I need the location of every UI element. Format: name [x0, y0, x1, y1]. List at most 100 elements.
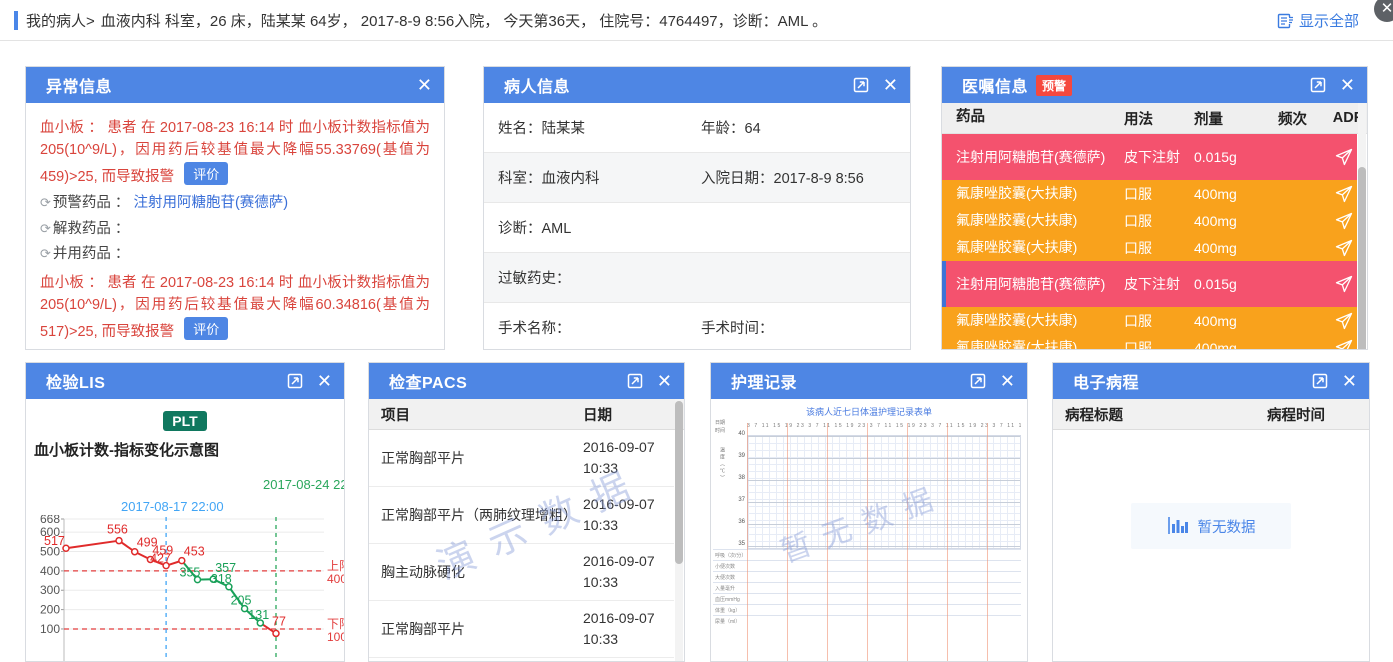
close-icon[interactable]: ✕ [883, 76, 898, 94]
close-icon[interactable]: ✕ [1342, 372, 1357, 390]
scrollbar-thumb[interactable] [1358, 167, 1366, 350]
warn-drug-line: ⟳预警药品 ： 注射用阿糖胞苷(赛德萨) [40, 192, 430, 214]
nursing-chart: 该病人近七日体温护理记录表单 日期 时间 3 7 11 15 19 23 3 7… [711, 399, 1027, 662]
lis-panel: 检验LIS ✕ PLT 血小板计数-指标变化示意图 2017-08-24 22:… [25, 362, 345, 662]
pacs-row[interactable]: 正常胸部平片（两肺纹理增粗）2016-09-07 10:33 [369, 487, 674, 544]
order-row[interactable]: 氟康唑胶囊(大扶康)口服400mg [942, 307, 1357, 334]
patient-info-header: 病人信息 ✕ [484, 67, 910, 103]
pacs-date: 2016-09-07 10:33 [577, 551, 674, 593]
order-usage: 口服 [1124, 338, 1194, 351]
nursing-bottom-rows: 呼吸（次/分）小便次数大便次数入量毫升血压mmHg体重（kg）尿量（ml） [713, 549, 1021, 626]
order-row[interactable]: 注射用阿糖胞苷(赛德萨)皮下注射0.015g [942, 134, 1357, 180]
ecourse-panel: 电子病程 ✕ 病程标题 病程时间 暂无数据 [1052, 362, 1370, 662]
patient-info-row: 姓名：陆某某年龄：64 [484, 103, 910, 153]
svg-text:205: 205 [231, 594, 252, 608]
pacs-rows: 正常胸部平片2016-09-07 10:33正常胸部平片（两肺纹理增粗）2016… [369, 430, 674, 658]
breadcrumb[interactable]: 我的病人> [26, 10, 95, 31]
order-usage: 口服 [1124, 184, 1194, 204]
close-icon[interactable]: ✕ [417, 76, 432, 94]
order-drug: 氟康唑胶囊(大扶康) [942, 338, 1124, 350]
order-drug: 氟康唑胶囊(大扶康) [942, 311, 1124, 330]
order-drug: 氟康唑胶囊(大扶康) [942, 211, 1124, 230]
temp-tick: 35 [733, 541, 745, 547]
patient-summary: 血液内科 科室，26 床，陆某某 64岁， 2017-8-9 8:56入院， 今… [101, 10, 827, 31]
patient-info-row: 过敏药史： [484, 253, 910, 303]
alert-block: 血小板 ： 患者 在 2017-08-23 16:14 时 血小板计数指标值为 … [40, 117, 430, 266]
patient-info-row: 诊断：AML [484, 203, 910, 253]
send-adr-icon[interactable] [1334, 184, 1354, 204]
patient-rows: 姓名：陆某某年龄：64科室：血液内科入院日期：2017-8-9 8:56 诊断：A… [484, 103, 910, 350]
order-dose: 0.015g [1194, 149, 1278, 165]
order-usage: 皮下注射 [1124, 147, 1194, 167]
send-adr-icon[interactable] [1334, 274, 1354, 294]
panel-title: 医嘱信息 [962, 73, 1028, 97]
nursing-grid [747, 435, 1021, 549]
orders-panel: 医嘱信息 预警 ✕ 药品 用法 剂量 频次 ADR 注射用阿糖胞苷(赛德萨)皮下… [941, 66, 1368, 350]
patient-info-row: 手术名称：手术时间： [484, 303, 910, 350]
order-rows: 注射用阿糖胞苷(赛德萨)皮下注射0.015g氟康唑胶囊(大扶康)口服400mg氟… [942, 134, 1357, 350]
svg-text:下限: 下限 [327, 617, 345, 631]
send-adr-icon[interactable] [1334, 238, 1354, 258]
nursing-chart-title: 该病人近七日体温护理记录表单 [711, 405, 1027, 418]
send-adr-icon[interactable] [1334, 311, 1354, 331]
warn-drug-link[interactable]: 注射用阿糖胞苷(赛德萨) [133, 195, 288, 211]
temp-tick: 37 [733, 497, 745, 503]
expand-icon[interactable] [1312, 373, 1328, 389]
svg-text:100: 100 [327, 630, 345, 644]
order-dose: 400mg [1194, 186, 1278, 202]
svg-text:77: 77 [272, 614, 286, 628]
close-icon[interactable]: ✕ [1340, 76, 1355, 94]
temp-tick: 40 [733, 431, 745, 437]
order-dose: 400mg [1194, 240, 1278, 256]
warn-drug-line: ⟳预警药品 ： 氟康唑胶囊(大扶康) [40, 347, 430, 350]
empty-label: 暂无数据 [1198, 516, 1256, 537]
col-item: 项目 [369, 404, 577, 425]
patient-info-row: 科室：血液内科入院日期：2017-8-9 8:56 [484, 153, 910, 203]
svg-text:200: 200 [40, 603, 60, 617]
send-adr-icon[interactable] [1334, 211, 1354, 231]
evaluate-button[interactable]: 评价 [184, 162, 228, 185]
evaluate-button[interactable]: 评价 [184, 317, 228, 340]
panel-title: 病人信息 [504, 73, 570, 97]
alert-message: 血小板 ： 患者 在 2017-08-23 16:14 时 血小板计数指标值为 … [40, 117, 430, 188]
order-dose: 0.015g [1194, 276, 1278, 292]
pacs-row[interactable]: 胸主动脉硬化2016-09-07 10:33 [369, 544, 674, 601]
expand-icon[interactable] [287, 373, 303, 389]
pacs-panel: 检查PACS ✕ 项目 日期 正常胸部平片2016-09-07 10:33正常胸… [368, 362, 685, 662]
alert-text: 血小板 ： 患者 在 2017-08-23 16:14 时 血小板计数指标值为 … [40, 120, 430, 185]
nursing-row-label: 入量毫升 [713, 582, 1021, 593]
close-icon[interactable]: ✕ [317, 372, 332, 390]
order-usage: 皮下注射 [1124, 274, 1194, 294]
pacs-header: 检查PACS ✕ [369, 363, 684, 399]
patient-field: 诊断：AML [498, 217, 701, 238]
order-usage: 口服 [1124, 311, 1194, 331]
order-row[interactable]: 氟康唑胶囊(大扶康)口服400mg [942, 207, 1357, 234]
nursing-panel: 护理记录 ✕ 该病人近七日体温护理记录表单 日期 时间 3 7 11 15 19… [710, 362, 1028, 662]
pacs-item: 正常胸部平片 [369, 448, 577, 469]
send-adr-icon[interactable] [1334, 338, 1354, 351]
nursing-row-label: 大便次数 [713, 571, 1021, 582]
close-icon[interactable]: ✕ [657, 372, 672, 390]
svg-text:318: 318 [211, 572, 232, 586]
pacs-row[interactable]: 正常胸部平片2016-09-07 10:33 [369, 430, 674, 487]
pacs-row[interactable]: 正常胸部平片2016-09-07 10:33 [369, 601, 674, 658]
abnormal-info-panel: 异常信息 ✕ 血小板 ： 患者 在 2017-08-23 16:14 时 血小板… [25, 66, 445, 350]
orders-header: 医嘱信息 预警 ✕ [942, 67, 1367, 103]
corner-close-button[interactable]: ✕ [1374, 0, 1393, 22]
expand-icon[interactable] [970, 373, 986, 389]
patient-info-panel: 病人信息 ✕ 姓名：陆某某年龄：64科室：血液内科入院日期：2017-8-9 8… [483, 66, 911, 350]
col-dose: 剂量 [1194, 108, 1278, 129]
scrollbar-thumb[interactable] [675, 401, 683, 564]
order-row[interactable]: 氟康唑胶囊(大扶康)口服400mg [942, 334, 1357, 350]
show-all-button[interactable]: 显示全部 [1277, 10, 1359, 31]
expand-icon[interactable] [627, 373, 643, 389]
send-adr-icon[interactable] [1334, 147, 1354, 167]
order-row[interactable]: 注射用阿糖胞苷(赛德萨)皮下注射0.015g [942, 261, 1357, 307]
close-icon[interactable]: ✕ [1000, 372, 1015, 390]
panel-title: 电子病程 [1073, 369, 1139, 393]
order-row[interactable]: 氟康唑胶囊(大扶康)口服400mg [942, 180, 1357, 207]
order-row[interactable]: 氟康唑胶囊(大扶康)口服400mg [942, 234, 1357, 261]
expand-icon[interactable] [853, 77, 869, 93]
col-course-title: 病程标题 [1053, 404, 1261, 425]
expand-icon[interactable] [1310, 77, 1326, 93]
